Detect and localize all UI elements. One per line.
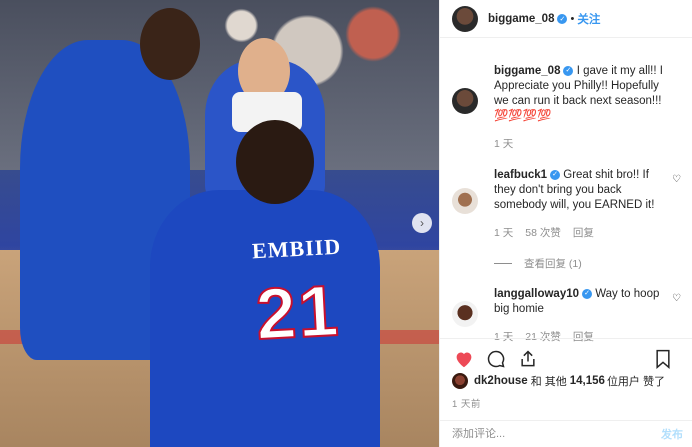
comments-list: biggame_08 ✓ I gave it my all!! I Appreci… <box>440 60 692 344</box>
post-panel: biggame_08 ✓ • 关注 biggame_08 ✓ I gave it … <box>439 0 692 447</box>
like-button[interactable] <box>452 347 476 371</box>
verified-badge-icon: ✓ <box>582 288 593 299</box>
reply-button[interactable]: 回复 <box>573 225 594 240</box>
post-photo: EMBIID 21 › <box>0 0 439 447</box>
verified-badge-icon: ✓ <box>563 65 574 76</box>
comment-like-icon[interactable]: ♡ <box>672 293 681 304</box>
avatar[interactable] <box>452 301 478 327</box>
likes-text: 和 其他 <box>530 376 567 388</box>
verified-badge-icon: ✓ <box>550 169 561 180</box>
comment-meta: 1 天 <box>494 136 669 151</box>
comment-emoji: 💯💯💯💯 <box>494 110 552 122</box>
heart-icon <box>456 351 472 367</box>
caption: biggame_08 ✓ I gave it my all!! I Appreci… <box>440 60 692 151</box>
post-time[interactable]: 1 天前 <box>452 396 481 410</box>
follow-button[interactable]: 关注 <box>577 11 600 27</box>
avatar[interactable] <box>452 5 478 32</box>
comment-likes[interactable]: 58 次赞 <box>525 225 561 240</box>
post-username[interactable]: biggame_08 <box>488 13 554 25</box>
post-comment-button[interactable]: 发布 <box>661 426 683 442</box>
comment: leafbuck1 ✓ Great shit bro!! If they don'… <box>440 168 692 271</box>
comment-like-icon[interactable]: ♡ <box>672 174 681 185</box>
comment-time[interactable]: 1 天 <box>494 225 513 240</box>
next-photo-button[interactable]: › <box>412 213 432 233</box>
likes-count[interactable]: 14,156 <box>570 375 605 387</box>
comment-meta: 1 天 58 次赞 回复 <box>494 225 669 240</box>
view-replies-button[interactable]: 查看回复 (1) <box>494 256 669 271</box>
share-button[interactable] <box>516 347 540 371</box>
chevron-right-icon: › <box>420 216 424 230</box>
jersey-name: EMBIID <box>251 233 342 264</box>
comment-button[interactable] <box>484 347 508 371</box>
bookmark-icon <box>656 349 670 369</box>
likes-text-end: 位用户 赞了 <box>606 376 665 388</box>
player-left-head <box>140 8 200 80</box>
comment-username[interactable]: langgalloway10 <box>494 288 579 300</box>
verified-badge-icon: ✓ <box>557 13 568 24</box>
avatar[interactable] <box>452 188 478 214</box>
separator: • <box>570 12 575 25</box>
likes-line: dk2house 和 其他 14,156 位用户 赞了 <box>452 373 665 389</box>
post-header: biggame_08 ✓ • 关注 <box>440 0 692 38</box>
jersey-number: 21 <box>253 270 343 356</box>
comment: langgalloway10 ✓ Way to hoop big homie ♡ … <box>440 287 692 344</box>
comment-username[interactable]: biggame_08 <box>494 65 560 77</box>
avatar[interactable] <box>452 373 468 389</box>
divider <box>494 263 512 264</box>
liker-username[interactable]: dk2house <box>474 375 528 387</box>
comment-username[interactable]: leafbuck1 <box>494 169 547 181</box>
action-bar <box>440 338 692 378</box>
comment-time[interactable]: 1 天 <box>494 136 513 151</box>
add-comment-bar: 发布 <box>440 420 692 447</box>
view-replies-label: 查看回复 (1) <box>524 258 582 270</box>
player-front-head <box>236 120 314 204</box>
avatar[interactable] <box>452 88 478 114</box>
comment-input[interactable] <box>452 428 632 440</box>
share-icon <box>521 349 535 366</box>
comment-icon <box>487 350 505 368</box>
save-button[interactable] <box>651 347 675 371</box>
